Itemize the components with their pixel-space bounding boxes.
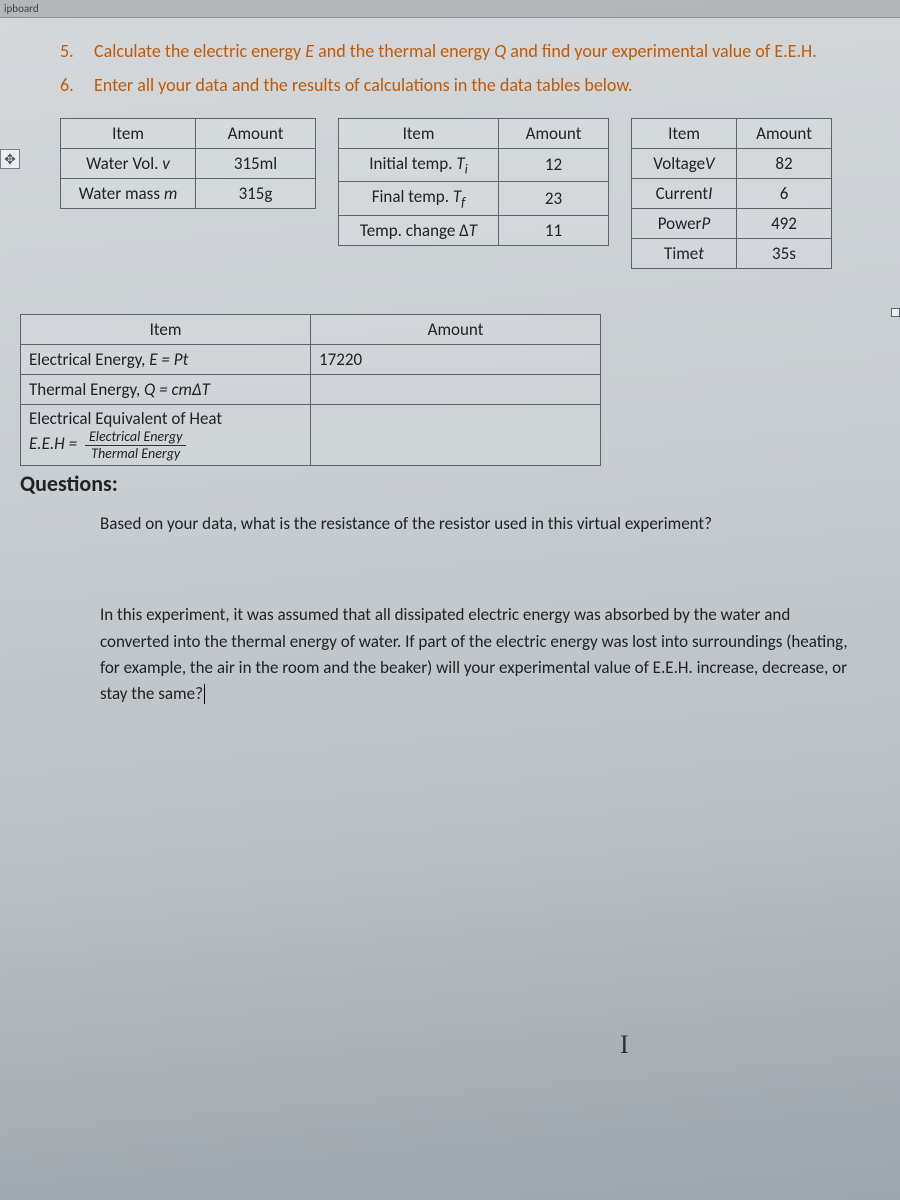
cell-amount[interactable]: 11 [499, 215, 609, 245]
temperature-table: Item Amount Initial temp. Ti 12 Final te… [338, 118, 609, 246]
table-resize-handle[interactable] [891, 308, 900, 317]
questions-header: Questions: [20, 470, 850, 497]
header-item: Item [632, 118, 737, 148]
cell-item[interactable]: PowerP [632, 208, 737, 238]
header-item: Item [21, 314, 311, 344]
table-header-row: Item Amount [21, 314, 601, 344]
cell-amount[interactable]: 17220 [311, 344, 601, 374]
question-2[interactable]: In this experiment, it was assumed that … [100, 602, 850, 707]
instruction-text: Enter all your data and the results of c… [94, 72, 633, 100]
electrical-table: Item Amount VoltageV 82 CurrentI 6 Power… [631, 118, 832, 269]
cell-amount[interactable]: 492 [737, 208, 832, 238]
table-row: Timet 35s [632, 238, 832, 268]
cell-item[interactable]: Temp. change ΔT [339, 215, 499, 245]
cell-item[interactable]: Timet [632, 238, 737, 268]
cell-item[interactable]: Water Vol. v [61, 148, 196, 178]
cell-amount[interactable]: 6 [737, 178, 832, 208]
table-row: Final temp. Tf 23 [339, 182, 609, 215]
cell-amount[interactable]: 82 [737, 148, 832, 178]
instruction-text: Calculate the electric energy E and the … [94, 38, 817, 66]
table-header-row: Item Amount [632, 118, 832, 148]
app-top-bar: ipboard [0, 0, 900, 18]
cell-item[interactable]: Final temp. Tf [339, 182, 499, 215]
table-row: VoltageV 82 [632, 148, 832, 178]
header-item: Item [61, 118, 196, 148]
table-row: Water mass m 315g [61, 178, 316, 208]
table-row: Water Vol. v 315ml [61, 148, 316, 178]
table-row: Thermal Energy, Q = cmΔT [21, 374, 601, 404]
table-row: Electrical Equivalent of Heat E.E.H = El… [21, 404, 601, 465]
cell-item[interactable]: CurrentI [632, 178, 737, 208]
table-row: Temp. change ΔT 11 [339, 215, 609, 245]
fraction: Electrical Energy Thermal Energy [85, 429, 186, 461]
header-amount: Amount [196, 118, 316, 148]
header-amount: Amount [499, 118, 609, 148]
cell-amount[interactable]: 35s [737, 238, 832, 268]
data-tables-row: Item Amount Water Vol. v 315ml Water mas… [60, 118, 850, 269]
cell-amount[interactable]: 12 [499, 148, 609, 181]
cell-item[interactable]: VoltageV [632, 148, 737, 178]
header-amount: Amount [737, 118, 832, 148]
cell-item[interactable]: Electrical Energy, E = Pt [21, 344, 311, 374]
instruction-item-5: 5. Calculate the electric energy E and t… [60, 38, 850, 66]
cell-item[interactable]: Thermal Energy, Q = cmΔT [21, 374, 311, 404]
table-header-row: Item Amount [61, 118, 316, 148]
document-page: 5. Calculate the electric energy E and t… [0, 18, 900, 738]
header-item: Item [339, 118, 499, 148]
instruction-item-6: 6. Enter all your data and the results o… [60, 72, 850, 100]
list-number: 6. [60, 72, 82, 100]
table-header-row: Item Amount [339, 118, 609, 148]
cell-item[interactable]: Electrical Equivalent of Heat E.E.H = El… [21, 404, 311, 465]
table-row: Initial temp. Ti 12 [339, 148, 609, 181]
water-table: Item Amount Water Vol. v 315ml Water mas… [60, 118, 316, 209]
cell-amount[interactable]: 23 [499, 182, 609, 215]
cell-amount[interactable]: 315g [196, 178, 316, 208]
table-move-handle[interactable]: ✥ [0, 149, 20, 169]
cell-item[interactable]: Initial temp. Ti [339, 148, 499, 181]
cell-amount[interactable] [311, 374, 601, 404]
table-row: CurrentI 6 [632, 178, 832, 208]
mouse-ibeam-cursor: I [620, 1030, 629, 1060]
ribbon-label: ipboard [0, 2, 39, 15]
header-amount: Amount [311, 314, 601, 344]
cell-amount[interactable]: 315ml [196, 148, 316, 178]
text-cursor-icon [204, 684, 206, 704]
cell-item[interactable]: Water mass m [61, 178, 196, 208]
question-1: Based on your data, what is the resistan… [100, 511, 850, 537]
list-number: 5. [60, 38, 82, 66]
move-icon: ✥ [4, 151, 16, 168]
results-table: Item Amount Electrical Energy, E = Pt 17… [20, 314, 601, 466]
instruction-list: 5. Calculate the electric energy E and t… [60, 38, 850, 100]
cell-amount[interactable] [311, 404, 601, 465]
table-row: PowerP 492 [632, 208, 832, 238]
table-row: Electrical Energy, E = Pt 17220 [21, 344, 601, 374]
